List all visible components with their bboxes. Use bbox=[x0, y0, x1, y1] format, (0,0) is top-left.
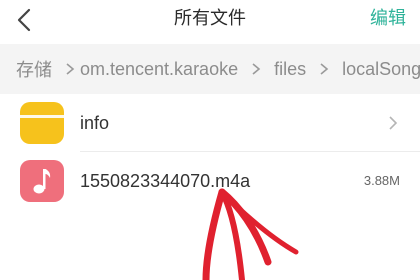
file-manager-screen: 所有文件 编辑 存储 om.tencent.karaoke files loca… bbox=[0, 0, 420, 280]
folder-icon bbox=[20, 102, 64, 144]
list-item-audio-file[interactable]: 1550823344070.m4a 3.88M bbox=[0, 152, 420, 210]
breadcrumb-separator-icon bbox=[318, 62, 330, 76]
back-chevron-icon bbox=[17, 8, 31, 32]
file-size: 3.88M bbox=[363, 173, 400, 188]
file-name: 1550823344070.m4a bbox=[80, 171, 251, 191]
file-name: info bbox=[80, 113, 110, 133]
breadcrumb-item-package[interactable]: om.tencent.karaoke bbox=[80, 59, 238, 80]
nav-bar: 所有文件 编辑 bbox=[0, 0, 420, 40]
music-note-icon bbox=[20, 160, 64, 202]
breadcrumb-item-files[interactable]: files bbox=[274, 59, 306, 80]
breadcrumb-item-storage[interactable]: 存储 bbox=[16, 56, 52, 82]
breadcrumb-separator-icon bbox=[250, 62, 262, 76]
chevron-right-icon bbox=[388, 115, 398, 131]
back-button[interactable] bbox=[12, 6, 38, 34]
file-list: info 1550823344070.m4a 3.88M bbox=[0, 94, 420, 210]
list-item-folder[interactable]: info bbox=[0, 94, 420, 152]
page-title: 所有文件 bbox=[174, 8, 246, 29]
edit-button[interactable]: 编辑 bbox=[370, 0, 406, 38]
breadcrumb-separator-icon bbox=[64, 62, 76, 76]
breadcrumb: 存储 om.tencent.karaoke files localSong bbox=[0, 44, 420, 94]
breadcrumb-item-localsong[interactable]: localSong bbox=[342, 59, 420, 80]
